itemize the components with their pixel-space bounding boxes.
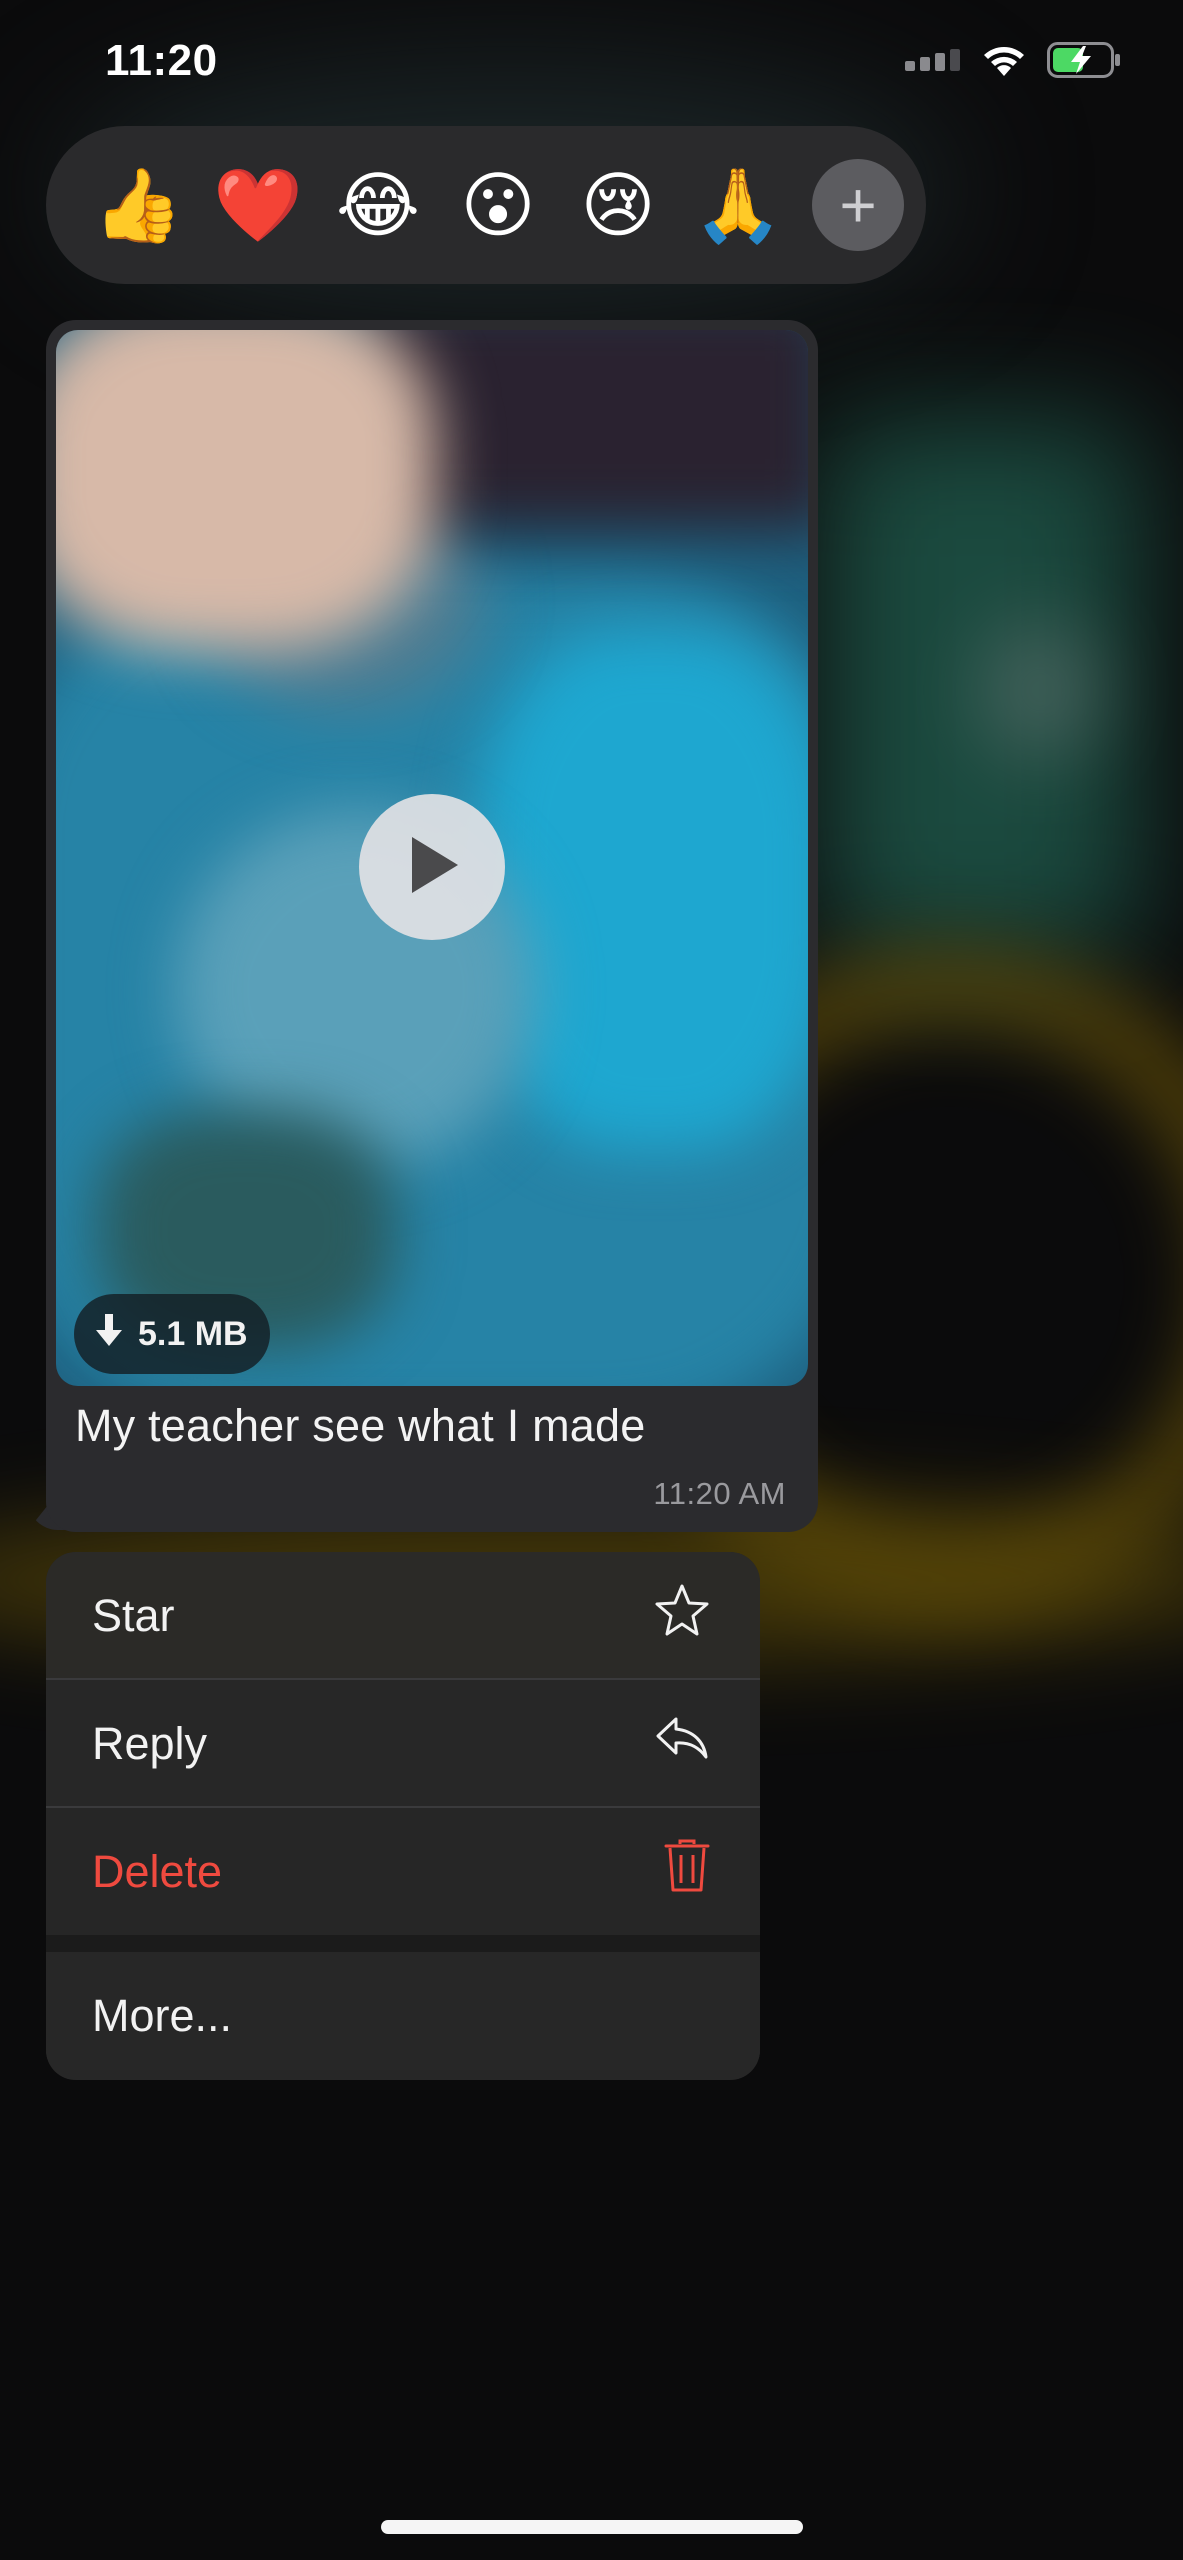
context-menu: Star Reply Delete More... (46, 1552, 760, 2080)
message-bubble: 5.1 MB My teacher see what I made 11:20 … (46, 320, 818, 1532)
video-thumbnail[interactable]: 5.1 MB (56, 330, 808, 1386)
menu-item-star[interactable]: Star (46, 1552, 760, 1679)
menu-item-delete[interactable]: Delete (46, 1808, 760, 1935)
reaction-laughing[interactable]: 😂 (318, 145, 438, 265)
star-outline-icon (654, 1583, 710, 1648)
menu-item-label: More... (92, 1989, 233, 2041)
download-arrow-icon (94, 1312, 124, 1357)
menu-group-divider (46, 1935, 760, 1952)
menu-item-more[interactable]: More... (46, 1952, 760, 2079)
cellular-signal-icon (905, 49, 961, 76)
play-icon (402, 833, 462, 902)
menu-item-label: Reply (92, 1717, 208, 1769)
menu-item-reply[interactable]: Reply (46, 1680, 760, 1807)
video-size: 5.1 MB (138, 1314, 248, 1353)
menu-item-label: Star (92, 1589, 175, 1641)
message-timestamp: 11:20 AM (653, 1476, 786, 1511)
download-badge[interactable]: 5.1 MB (74, 1294, 270, 1374)
status-icons (905, 42, 1121, 83)
reaction-crying[interactable]: 😢 (558, 145, 678, 265)
menu-item-label: Delete (92, 1845, 223, 1897)
reaction-heart[interactable]: ❤️ (198, 145, 318, 265)
reply-arrow-icon (654, 1715, 710, 1772)
message-caption: My teacher see what I made (75, 1400, 646, 1451)
reaction-thumbs-up[interactable]: 👍 (78, 145, 198, 265)
home-indicator[interactable] (381, 2520, 803, 2534)
reaction-surprised[interactable]: 😮 (438, 145, 558, 265)
reaction-bar: 👍 ❤️ 😂 😮 😢 🙏 + (46, 126, 926, 284)
play-button[interactable] (359, 794, 505, 940)
status-time: 11:20 (105, 36, 218, 85)
battery-charging-icon (1047, 42, 1121, 83)
trash-icon (664, 1838, 710, 1905)
reaction-praying[interactable]: 🙏 (678, 145, 798, 265)
wifi-icon (981, 43, 1027, 82)
add-reaction-button[interactable]: + (812, 159, 904, 251)
